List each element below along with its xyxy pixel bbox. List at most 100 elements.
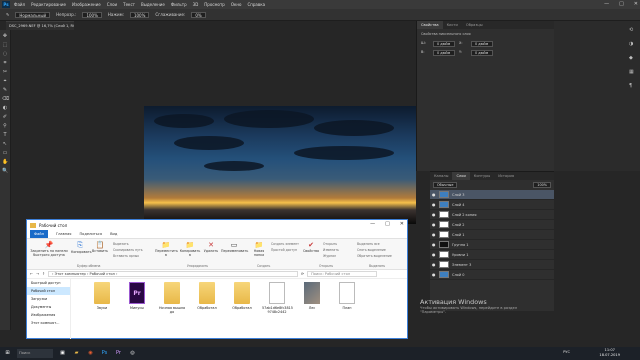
rename-button[interactable]: ▭ Переименовать bbox=[221, 241, 248, 253]
copy-button[interactable]: ⎘ Копировать bbox=[71, 241, 92, 254]
history-button[interactable]: Журнал bbox=[323, 254, 336, 258]
color-icon[interactable]: ◆ bbox=[629, 55, 636, 62]
close-button[interactable]: ✕ bbox=[634, 1, 638, 7]
menu-select[interactable]: Выделение bbox=[141, 2, 165, 7]
file-item[interactable]: 57ab1d6e8fc3815 9748c2442 bbox=[262, 282, 293, 314]
brush-tool-icon[interactable]: ✎ bbox=[2, 87, 8, 93]
file-item[interactable]: План bbox=[332, 282, 362, 310]
start-icon[interactable]: ⊞ bbox=[3, 349, 12, 358]
copy-path-button[interactable]: Скопировать путь bbox=[113, 248, 143, 252]
layer-row[interactable]: ● Группа 1 bbox=[430, 240, 554, 250]
tab-properties[interactable]: Свойства bbox=[417, 21, 443, 29]
paste-button[interactable]: 📋 Вставить bbox=[91, 241, 109, 253]
menu-edit[interactable]: Редактирование bbox=[31, 2, 66, 7]
eye-icon[interactable]: ● bbox=[432, 242, 436, 247]
cut-button[interactable]: Вырезать bbox=[113, 242, 129, 246]
file-item[interactable]: Лес bbox=[297, 282, 327, 310]
height-field[interactable]: 0 дюйм bbox=[433, 50, 455, 56]
task-view-icon[interactable]: ▣ bbox=[58, 349, 67, 358]
pin-button[interactable]: 📌 Закрепить на панели быстрого доступа bbox=[29, 241, 69, 257]
search-input[interactable]: Поиск: Рабочий стол bbox=[307, 271, 378, 277]
mode-select[interactable]: Нормальный bbox=[15, 11, 51, 18]
back-icon[interactable]: ← bbox=[30, 272, 33, 276]
layer-row[interactable]: ● Слой 4 bbox=[430, 200, 554, 210]
up-icon[interactable]: ↑ bbox=[42, 272, 45, 276]
menu-window[interactable]: Окно bbox=[231, 2, 242, 7]
layer-row[interactable]: ● Уровни 1 bbox=[430, 250, 554, 260]
tab-file[interactable]: Файл bbox=[30, 230, 48, 238]
layer-row[interactable]: ● Слой 2 bbox=[430, 220, 554, 230]
nav-desktop[interactable]: Рабочий стол bbox=[27, 287, 70, 295]
file-item[interactable]: Обработал bbox=[227, 282, 257, 310]
eye-icon[interactable]: ● bbox=[432, 212, 436, 217]
layer-row[interactable]: ● Элемент 3 bbox=[430, 260, 554, 270]
invert-selection-button[interactable]: Обратить выделение bbox=[357, 254, 392, 258]
tab-home[interactable]: Главная bbox=[56, 232, 72, 236]
copy-to-button[interactable]: 📁 Копировать в bbox=[179, 241, 201, 257]
blend-mode-select[interactable]: Обычные bbox=[433, 182, 458, 188]
flow-field[interactable]: 100% bbox=[129, 11, 150, 18]
y-field[interactable]: 0 дюйм bbox=[471, 50, 493, 56]
file-item[interactable]: Ночная вышла до bbox=[157, 282, 187, 314]
premiere-taskbar-icon[interactable]: Pr bbox=[114, 349, 123, 358]
file-item[interactable]: Звуки bbox=[87, 282, 117, 310]
nav-documents[interactable]: Документы bbox=[27, 303, 70, 311]
language-indicator[interactable]: РУС bbox=[563, 350, 570, 354]
x-field[interactable]: 0 дюйм bbox=[471, 41, 493, 47]
nav-downloads[interactable]: Загрузки bbox=[27, 295, 70, 303]
photoshop-taskbar-icon[interactable]: Ps bbox=[100, 349, 109, 358]
eye-icon[interactable]: ● bbox=[432, 192, 436, 197]
layer-row[interactable]: ● Слой 2 копия bbox=[430, 210, 554, 220]
marquee-tool-icon[interactable]: ⬚ bbox=[2, 42, 8, 48]
select-none-button[interactable]: Снять выделение bbox=[357, 248, 386, 252]
browser-taskbar-icon[interactable]: ◉ bbox=[86, 349, 95, 358]
gradient-tool-icon[interactable]: ◐ bbox=[2, 105, 8, 111]
tab-paths[interactable]: Контуры bbox=[470, 172, 494, 180]
eye-icon[interactable]: ● bbox=[432, 262, 436, 267]
opacity-field[interactable]: 100% bbox=[82, 11, 102, 18]
menu-image[interactable]: Изображение bbox=[72, 2, 101, 7]
file-item[interactable]: Pr Минусы bbox=[122, 282, 152, 310]
menu-text[interactable]: Текст bbox=[123, 2, 135, 7]
address-bar[interactable]: › Этот компьютер › Рабочий стол › bbox=[48, 271, 299, 277]
document-tab[interactable]: DSC_2969.NEF @ 16,7% (Слой 1, RGB/8) bbox=[6, 21, 74, 30]
tab-layers[interactable]: Слои bbox=[452, 172, 470, 180]
nav-quick-access[interactable]: Быстрый доступ bbox=[27, 279, 70, 287]
dodge-tool-icon[interactable]: ⚲ bbox=[2, 123, 8, 129]
easy-access-button[interactable]: Простой доступ bbox=[271, 248, 297, 252]
new-item-button[interactable]: Создать элемент bbox=[271, 242, 299, 246]
width-field[interactable]: 0 дюйм bbox=[433, 41, 455, 47]
layer-opacity-field[interactable]: 100% bbox=[533, 182, 551, 188]
explorer-minimize-button[interactable]: — bbox=[370, 221, 375, 227]
menu-view[interactable]: Просмотр bbox=[204, 2, 225, 7]
eye-icon[interactable]: ● bbox=[432, 222, 436, 227]
tab-brushes[interactable]: Кисти bbox=[443, 21, 462, 29]
move-tool-icon[interactable]: ✥ bbox=[2, 33, 8, 39]
menu-layers[interactable]: Слои bbox=[107, 2, 117, 7]
explorer-maximize-button[interactable]: □ bbox=[385, 221, 390, 227]
hand-tool-icon[interactable]: ✋ bbox=[2, 159, 8, 165]
tab-swatches[interactable]: Образцы bbox=[462, 21, 487, 29]
tab-share[interactable]: Поделиться bbox=[79, 232, 102, 236]
layer-row[interactable]: ● Слой 3 bbox=[430, 190, 554, 200]
layer-row[interactable]: ● Слой 1 bbox=[430, 230, 554, 240]
swatches-icon[interactable]: ▦ bbox=[629, 69, 636, 76]
minimize-button[interactable]: — bbox=[604, 1, 609, 7]
lasso-tool-icon[interactable]: ◌ bbox=[2, 51, 8, 57]
adjust-icon[interactable]: ◑ bbox=[629, 41, 636, 48]
select-all-button[interactable]: Выделить все bbox=[357, 242, 380, 246]
file-item[interactable]: Обработал bbox=[192, 282, 222, 310]
new-folder-button[interactable]: 📁 Новая папка bbox=[249, 241, 269, 257]
steam-taskbar-icon[interactable]: ◎ bbox=[128, 349, 137, 358]
shape-tool-icon[interactable]: ▭ bbox=[2, 150, 8, 156]
menu-help[interactable]: Справка bbox=[247, 2, 265, 7]
slice-tool-icon[interactable]: ✂ bbox=[2, 69, 8, 75]
crop-tool-icon[interactable]: ⌗ bbox=[2, 60, 8, 66]
open-button[interactable]: Открыть bbox=[323, 242, 337, 246]
eye-icon[interactable]: ● bbox=[432, 202, 436, 207]
history-icon[interactable]: ⟲ bbox=[629, 27, 636, 34]
zoom-tool-icon[interactable]: 🔍 bbox=[2, 168, 8, 174]
explorer-taskbar-icon[interactable]: ▰ bbox=[72, 349, 81, 358]
move-to-button[interactable]: 📁 Переместить в bbox=[155, 241, 178, 257]
eyedropper-tool-icon[interactable]: ⌖ bbox=[2, 78, 8, 84]
